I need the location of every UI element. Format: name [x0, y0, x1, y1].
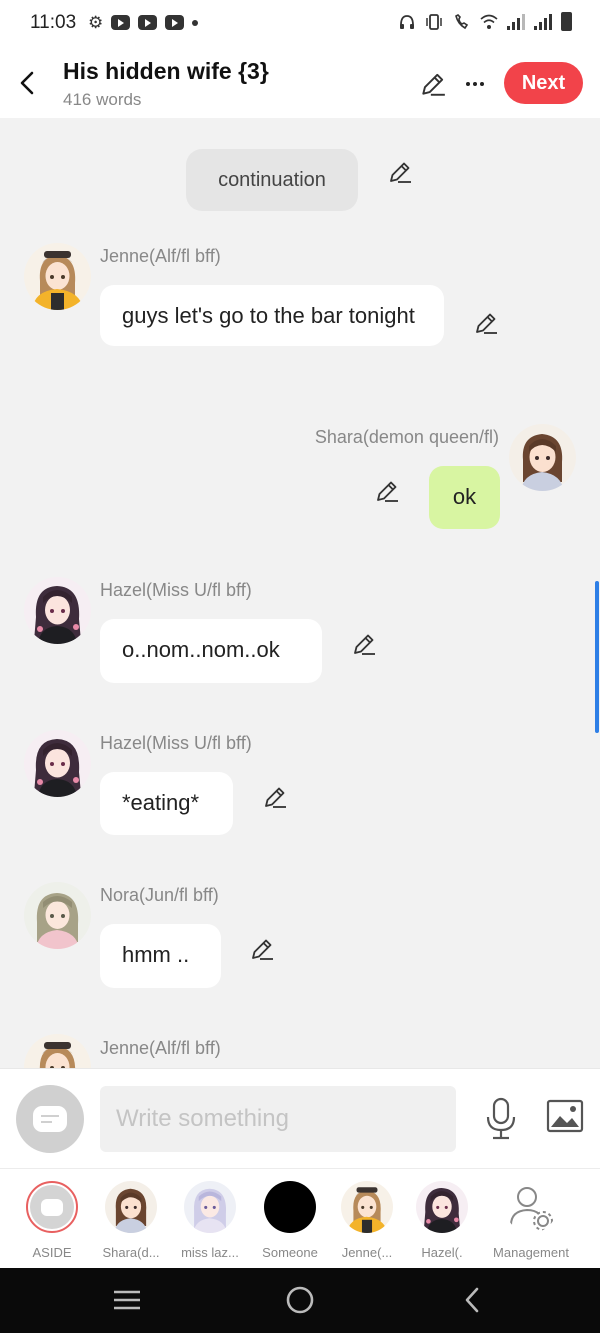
character-management[interactable]: Management [491, 1181, 571, 1260]
character-someone[interactable]: Someone [254, 1181, 326, 1260]
chevron-left-icon [465, 1287, 479, 1313]
hazel-avatar [416, 1181, 468, 1233]
character-label: Shara(d... [102, 1245, 160, 1260]
message-composer [0, 1068, 600, 1168]
more-dot [480, 82, 484, 86]
youtube-notification-icon [165, 15, 185, 30]
menu-icon [114, 1290, 140, 1310]
pencil-icon[interactable] [262, 784, 288, 810]
character-miss-laz[interactable]: miss laz... [174, 1181, 246, 1260]
signal-icon [507, 13, 525, 30]
message-bubble[interactable]: ok [429, 466, 500, 529]
story-title: His hidden wife {3} [63, 58, 269, 84]
nora-avatar[interactable] [24, 882, 91, 949]
character-label: Someone [262, 1245, 318, 1260]
character-strip: ASIDE Shara(d... miss laz... Someone Jen… [0, 1168, 600, 1268]
jenne-avatar[interactable] [24, 243, 91, 310]
miss-laz-avatar [184, 1181, 236, 1233]
sender-name: Jenne(Alf/fl bff) [100, 246, 221, 266]
battery-icon [561, 12, 572, 31]
aside-toggle-button[interactable] [16, 1085, 84, 1153]
chevron-left-icon [20, 71, 34, 95]
shara-avatar [105, 1181, 157, 1233]
story-header: His hidden wife {3} 416 words Next [0, 48, 600, 118]
character-label: Management [493, 1245, 569, 1260]
character-label: ASIDE [32, 1245, 72, 1260]
someone-avatar [264, 1181, 316, 1233]
image-button[interactable] [546, 1099, 584, 1133]
sender-name: Nora(Jun/fl bff) [100, 885, 219, 905]
youtube-notification-icon [111, 15, 131, 30]
management-icon [510, 1187, 553, 1231]
message-bubble[interactable]: guys let's go to the bar tonight [100, 285, 444, 346]
character-label: miss laz... [181, 1245, 239, 1260]
character-label: Jenne(... [341, 1245, 393, 1260]
jenne-avatar[interactable] [24, 1034, 91, 1068]
wifi-call-icon [455, 13, 469, 29]
chat-area[interactable]: continuation Jenne(Alf/fl bff) guys let'… [0, 118, 600, 1068]
pencil-icon [419, 70, 447, 98]
settings-notification-icon: ⚙ [88, 13, 104, 32]
more-notifications-icon [192, 19, 199, 26]
wifi-icon [480, 14, 498, 29]
pencil-icon[interactable] [351, 631, 377, 657]
message-bubble[interactable]: o..nom..nom..ok [100, 619, 322, 683]
notification-icons: ⚙ [88, 13, 199, 32]
message-bubble[interactable]: hmm .. [100, 924, 221, 988]
next-button[interactable]: Next [504, 62, 583, 104]
sender-name: Hazel(Miss U/fl bff) [100, 733, 252, 753]
aside-icon [26, 1181, 78, 1233]
system-icons [399, 12, 572, 31]
recent-apps-button[interactable] [107, 1282, 147, 1318]
narration-bubble[interactable]: continuation [186, 149, 358, 211]
more-options-button[interactable] [462, 70, 488, 98]
shara-avatar[interactable] [509, 424, 576, 491]
aside-icon [33, 1106, 67, 1132]
home-button[interactable] [280, 1282, 320, 1318]
vibrate-icon [426, 13, 442, 30]
pencil-icon[interactable] [249, 936, 275, 962]
status-time: 11:03 [30, 12, 77, 33]
voice-button[interactable] [482, 1097, 520, 1141]
character-hazel[interactable]: Hazel(. [406, 1181, 478, 1260]
character-jenne[interactable]: Jenne(... [331, 1181, 403, 1260]
pencil-icon[interactable] [374, 478, 400, 504]
image-icon [546, 1099, 584, 1133]
character-shara[interactable]: Shara(d... [95, 1181, 167, 1260]
sender-name: Shara(demon queen/fl) [314, 427, 499, 447]
edit-title-button[interactable] [419, 70, 447, 98]
pencil-icon[interactable] [473, 310, 499, 336]
character-aside[interactable]: ASIDE [16, 1181, 88, 1260]
system-nav-bar [0, 1268, 600, 1333]
signal-icon [534, 13, 552, 30]
jenne-avatar [341, 1181, 393, 1233]
status-bar: 11:03 ⚙ [0, 0, 600, 48]
scrollbar[interactable] [595, 581, 599, 733]
sender-name: Hazel(Miss U/fl bff) [100, 580, 252, 600]
headphones-icon [400, 14, 414, 29]
back-button[interactable] [12, 66, 42, 100]
sender-name: Jenne(Alf/fl bff) [100, 1038, 221, 1058]
pencil-icon[interactable] [387, 159, 413, 185]
hazel-avatar[interactable] [24, 577, 91, 644]
word-count: 416 words [63, 90, 142, 109]
message-bubble[interactable]: *eating* [100, 772, 233, 835]
system-back-button[interactable] [452, 1282, 492, 1318]
more-dot [466, 82, 470, 86]
more-dot [473, 82, 477, 86]
home-circle-icon [286, 1286, 314, 1314]
microphone-icon [486, 1097, 516, 1140]
hazel-avatar[interactable] [24, 730, 91, 797]
character-label: Hazel(. [421, 1245, 463, 1260]
youtube-notification-icon [138, 15, 158, 30]
message-input[interactable] [100, 1086, 456, 1152]
